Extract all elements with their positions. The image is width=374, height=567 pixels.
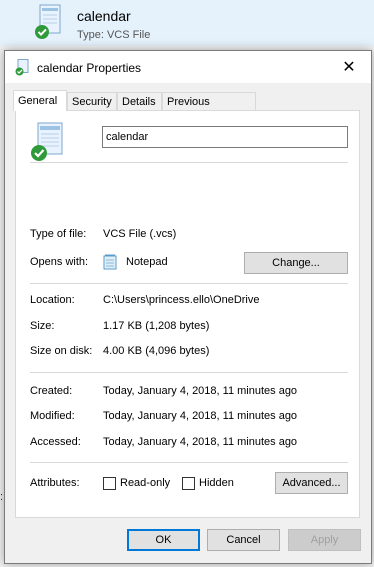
separator xyxy=(30,283,348,284)
ok-button[interactable]: OK xyxy=(127,529,200,551)
file-name-input[interactable] xyxy=(102,126,348,148)
separator xyxy=(30,372,348,373)
explorer-file-preview-header: calendar Type: VCS File xyxy=(0,0,374,47)
tab-details[interactable]: Details xyxy=(117,92,162,110)
explorer-file-name: calendar xyxy=(77,8,131,24)
general-tab-panel: Type of file: VCS File (.vcs) Opens with… xyxy=(15,110,360,518)
created-value: Today, January 4, 2018, 11 minutes ago xyxy=(103,385,298,397)
separator xyxy=(30,462,348,463)
notepad-icon xyxy=(103,254,117,270)
read-only-checkbox[interactable] xyxy=(103,477,116,490)
dialog-title: calendar Properties xyxy=(37,61,142,75)
properties-dialog: calendar Properties ✕ General Security D… xyxy=(4,50,372,564)
advanced-button[interactable]: Advanced... xyxy=(275,472,348,494)
accessed-label: Accessed: xyxy=(30,436,81,448)
close-button[interactable]: ✕ xyxy=(327,51,371,83)
type-of-file-label: Type of file: xyxy=(30,228,87,240)
size-label: Size: xyxy=(30,320,55,332)
vcs-file-icon xyxy=(35,4,61,39)
explorer-file-type: Type: VCS File xyxy=(77,29,151,41)
tab-general[interactable]: General xyxy=(13,90,67,111)
opens-with-label: Opens with: xyxy=(30,256,89,268)
separator xyxy=(30,162,348,163)
size-on-disk-label: Size on disk: xyxy=(30,345,93,357)
modified-label: Modified: xyxy=(30,410,75,422)
size-on-disk-value: 4.00 KB (4,096 bytes) xyxy=(103,345,210,357)
location-label: Location: xyxy=(30,294,75,306)
opens-with-value: Notepad xyxy=(126,256,168,268)
modified-value: Today, January 4, 2018, 11 minutes ago xyxy=(103,410,298,422)
close-icon: ✕ xyxy=(342,59,356,76)
vcs-calendar-file-icon xyxy=(31,122,63,161)
explorer-edge-text: : xyxy=(0,491,4,503)
change-button[interactable]: Change... xyxy=(244,252,348,274)
attributes-label: Attributes: xyxy=(30,477,80,489)
vcs-file-small-icon xyxy=(15,59,29,76)
tab-previous-versions[interactable]: Previous Versions xyxy=(162,92,256,126)
tab-security[interactable]: Security xyxy=(67,92,117,110)
type-of-file-value: VCS File (.vcs) xyxy=(103,228,177,240)
hidden-checkbox[interactable] xyxy=(182,477,195,490)
apply-button[interactable]: Apply xyxy=(288,529,361,551)
read-only-label[interactable]: Read-only xyxy=(120,477,170,489)
cancel-button[interactable]: Cancel xyxy=(207,529,280,551)
location-value: C:\Users\princess.ello\OneDrive xyxy=(103,294,260,306)
accessed-value: Today, January 4, 2018, 11 minutes ago xyxy=(103,436,298,448)
dialog-titlebar[interactable]: calendar Properties ✕ xyxy=(5,51,371,83)
size-value: 1.17 KB (1,208 bytes) xyxy=(103,320,210,332)
hidden-label[interactable]: Hidden xyxy=(199,477,234,489)
created-label: Created: xyxy=(30,385,73,397)
